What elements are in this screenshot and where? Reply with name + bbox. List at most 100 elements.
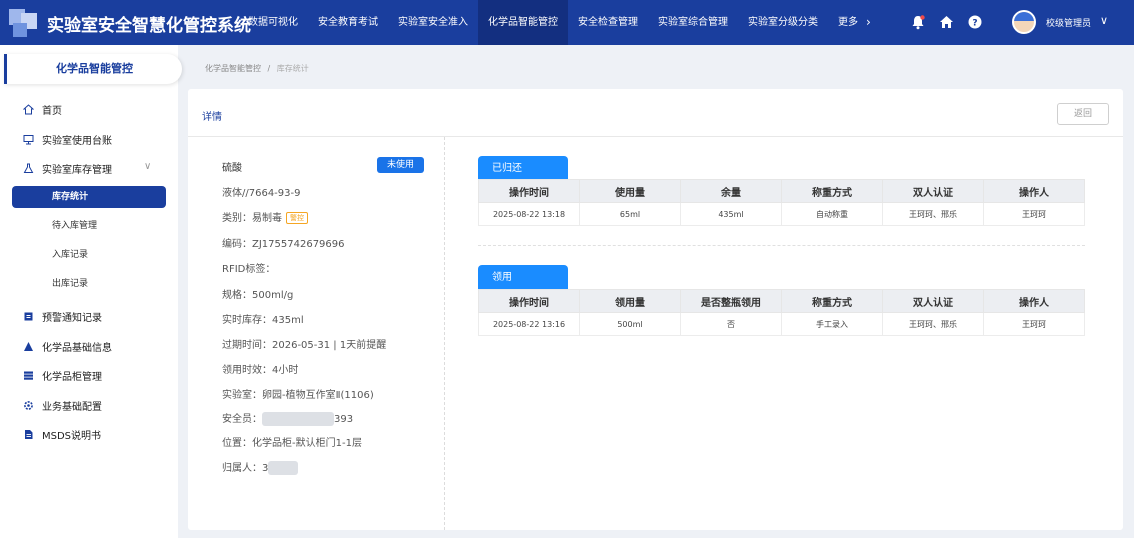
- column-header: 操作时间: [478, 179, 580, 203]
- sidebar-item-label: 首页: [42, 106, 62, 117]
- triangle-icon: [22, 341, 34, 353]
- column-header: 操作时间: [478, 289, 580, 313]
- table-row: 2025-08-22 13:16 500ml 否 手工录入 王珂珂、邢乐 王珂珂: [478, 312, 1085, 336]
- safety-officer-label: 安全员：: [222, 414, 262, 425]
- breadcrumb-parent[interactable]: 化学品智能管控: [205, 64, 261, 73]
- back-button[interactable]: 返回: [1057, 103, 1109, 125]
- table-cell: 65ml: [579, 202, 681, 226]
- chemical-name: 硫酸: [222, 163, 242, 174]
- horizontal-divider: [478, 245, 1085, 246]
- status-badge: 未使用: [377, 157, 424, 173]
- sidebar-subitem-inbound-records[interactable]: 入库记录: [12, 244, 166, 266]
- detail-period: 领用时效：4小时: [222, 365, 299, 376]
- control-tag: 警控: [286, 212, 308, 224]
- sidebar: 化学品智能管控 首页 实验室使用台账 实验室库存管理 ∨ 库存统计 待入库管理 …: [0, 45, 182, 538]
- sidebar-item-label: 预警通知记录: [42, 313, 102, 324]
- nav-item-safety-inspection[interactable]: 安全检查管理: [568, 0, 648, 45]
- app-title: 实验室安全智慧化管控系统: [47, 16, 251, 36]
- breadcrumb-separator: /: [267, 64, 271, 73]
- nav-item-safety-education[interactable]: 安全教育考试: [308, 0, 388, 45]
- avatar[interactable]: [1012, 10, 1036, 34]
- column-header: 双人认证: [882, 289, 984, 313]
- column-header: 操作人: [983, 179, 1085, 203]
- sidebar-item-alerts[interactable]: 预警通知记录: [22, 309, 102, 324]
- table-cell: 自动称重: [781, 202, 883, 226]
- sidebar-subitem-stock-stats[interactable]: 库存统计: [12, 186, 166, 208]
- breadcrumb: 化学品智能管控 / 库存统计: [205, 63, 309, 74]
- safety-officer-suffix: 393: [334, 414, 354, 425]
- table-cell: 王珂珂、邢乐: [882, 202, 984, 226]
- column-header: 操作人: [983, 289, 1085, 313]
- returned-table: 操作时间 使用量 余量 称重方式 双人认证 操作人 2025-08-22 13:…: [478, 179, 1085, 226]
- table-row: 2025-08-22 13:18 65ml 435ml 自动称重 王珂珂、邢乐 …: [478, 202, 1085, 226]
- nav-item-chemical-control[interactable]: 化学品智能管控: [478, 0, 568, 45]
- owner-label: 归属人：: [222, 463, 262, 474]
- column-header: 余量: [680, 179, 782, 203]
- breadcrumb-current: 库存统计: [276, 64, 309, 73]
- sidebar-item-label: MSDS说明书: [42, 431, 102, 442]
- column-header: 领用量: [579, 289, 681, 313]
- column-header: 称重方式: [781, 289, 883, 313]
- sidebar-module-title[interactable]: 化学品智能管控: [4, 54, 182, 84]
- sidebar-item-label: 实验室使用台账: [42, 136, 112, 147]
- tab-received[interactable]: 领用: [478, 265, 568, 289]
- chevron-down-icon[interactable]: ∨: [1100, 14, 1108, 27]
- detail-category: 类别：易制毒 警控: [222, 209, 308, 224]
- chevron-down-icon[interactable]: ∨: [144, 161, 151, 172]
- bell-icon[interactable]: [909, 13, 927, 31]
- tab-returned[interactable]: 已归还: [478, 156, 568, 180]
- user-name[interactable]: 校级管理员: [1046, 16, 1091, 29]
- card-title: 详情: [202, 112, 222, 123]
- sidebar-item-inventory[interactable]: 实验室库存管理: [22, 161, 112, 176]
- detail-card: 详情 返回 硫酸 未使用 液体//7664-93-9 类别：易制毒 警控 编码：Z…: [188, 89, 1123, 530]
- detail-location: 位置：化学品柜-默认柜门1-1层: [222, 438, 362, 449]
- table-cell: 王珂珂: [983, 202, 1085, 226]
- sidebar-item-label: 实验室库存管理: [42, 165, 112, 176]
- column-header: 称重方式: [781, 179, 883, 203]
- nav-item-data-visualization[interactable]: 数据可视化: [238, 0, 308, 45]
- card-header: 详情 返回: [188, 89, 1123, 137]
- table-header-row: 操作时间 使用量 余量 称重方式 双人认证 操作人: [478, 179, 1085, 203]
- vertical-divider: [444, 137, 445, 530]
- redacted-block: [268, 461, 299, 475]
- nav-item-lab-classification[interactable]: 实验室分级分类: [738, 0, 828, 45]
- nav-item-lab-management[interactable]: 实验室综合管理: [648, 0, 738, 45]
- nav-item-lab-access[interactable]: 实验室安全准入: [388, 0, 478, 45]
- received-table: 操作时间 领用量 是否整瓶领用 称重方式 双人认证 操作人 2025-08-22…: [478, 289, 1085, 336]
- sidebar-item-label: 化学品柜管理: [42, 372, 102, 383]
- home-icon[interactable]: [937, 13, 955, 31]
- chevron-right-icon: ›: [866, 15, 871, 29]
- list-icon: [22, 370, 34, 382]
- nav-more-label: 更多: [838, 17, 858, 28]
- detail-owner: 归属人：3: [222, 459, 299, 475]
- sidebar-item-chemical-info[interactable]: 化学品基础信息: [22, 339, 112, 354]
- sidebar-item-home[interactable]: 首页: [22, 102, 62, 117]
- detail-rfid: RFID标签：: [222, 264, 276, 275]
- detail-category-text: 类别：易制毒: [222, 213, 282, 224]
- main-nav: 数据可视化 安全教育考试 实验室安全准入 化学品智能管控 安全检查管理 实验室综…: [238, 0, 881, 45]
- nav-more-button[interactable]: 更多 ›: [828, 0, 881, 45]
- sidebar-subitem-pending-stock[interactable]: 待入库管理: [12, 215, 166, 237]
- table-cell: 否: [680, 312, 782, 336]
- sidebar-item-msds[interactable]: MSDS说明书: [22, 427, 101, 442]
- detail-spec: 规格：500ml/g: [222, 290, 294, 301]
- column-header: 双人认证: [882, 179, 984, 203]
- detail-safety-officer: 安全员： 393: [222, 410, 353, 426]
- table-cell: 435ml: [680, 202, 782, 226]
- sidebar-item-lab-usage[interactable]: 实验室使用台账: [22, 132, 112, 147]
- table-cell: 2025-08-22 13:16: [478, 312, 580, 336]
- sidebar-item-label: 业务基础配置: [42, 402, 102, 413]
- detail-cas: 液体//7664-93-9: [222, 188, 301, 199]
- sidebar-subitem-outbound-records[interactable]: 出库记录: [12, 273, 166, 295]
- table-cell: 王珂珂: [983, 312, 1085, 336]
- sidebar-item-cabinet[interactable]: 化学品柜管理: [22, 368, 102, 383]
- help-icon[interactable]: ?: [966, 13, 984, 31]
- detail-lab: 实验室：卵园-植物互作室Ⅱ(1106): [222, 390, 374, 401]
- svg-text:?: ?: [972, 19, 977, 29]
- table-cell: 王珂珂、邢乐: [882, 312, 984, 336]
- alert-icon: [22, 311, 34, 323]
- document-icon: [22, 429, 34, 441]
- sidebar-item-config[interactable]: 业务基础配置: [22, 398, 102, 413]
- table-cell: 手工录入: [781, 312, 883, 336]
- table-cell: 500ml: [579, 312, 681, 336]
